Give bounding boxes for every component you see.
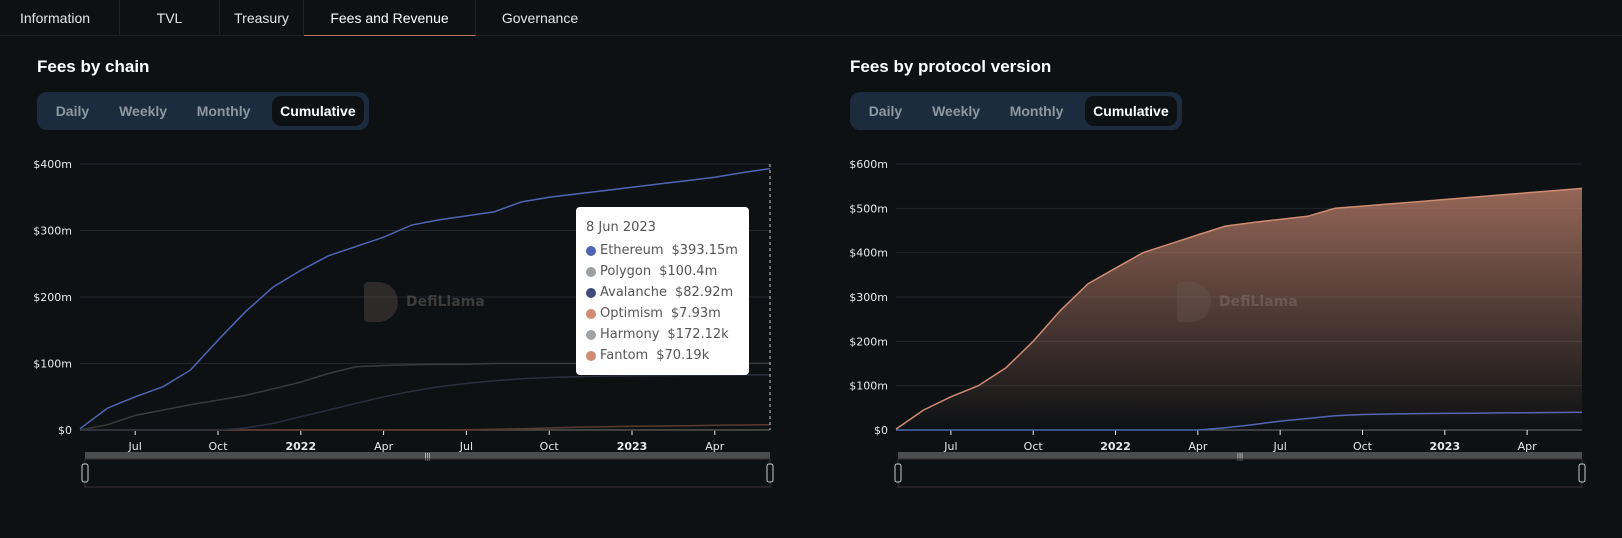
x-tick-label: Jul xyxy=(128,440,142,453)
y-tick-label: $300m xyxy=(849,291,888,304)
tooltip-row: Fantom $70.19k xyxy=(586,345,739,366)
tooltip-series-value: $393.15m xyxy=(671,243,738,258)
defillama-logo-icon xyxy=(1177,282,1211,322)
y-tick-label: $100m xyxy=(33,358,72,371)
y-tick-label: $400m xyxy=(849,247,888,260)
y-tick-label: $0 xyxy=(58,424,72,437)
defillama-logo-icon xyxy=(364,282,398,322)
tooltip-series-value: $82.92m xyxy=(675,285,734,300)
x-tick-label: Oct xyxy=(1353,440,1373,453)
tooltip-series-name: Optimism xyxy=(600,306,663,321)
y-tick-label: $500m xyxy=(849,202,888,215)
x-tick-label: 2023 xyxy=(617,440,648,453)
tooltip-row: Polygon $100.4m xyxy=(586,261,739,282)
tooltip-series-name: Polygon xyxy=(600,264,652,279)
tooltip-series-value: $70.19k xyxy=(656,348,710,363)
range-slider-end-handle[interactable] xyxy=(766,463,774,483)
series-color-dot-icon xyxy=(586,266,596,277)
range-slider-move-handle-icon[interactable]: ||| xyxy=(1237,452,1243,461)
x-tick-label: Oct xyxy=(540,440,560,453)
x-tick-label: Apr xyxy=(374,440,394,453)
tooltip-series-name: Avalanche xyxy=(600,285,667,300)
y-tick-label: $400m xyxy=(33,158,72,171)
series-color-dot-icon xyxy=(586,308,596,319)
range-slider-frame xyxy=(897,458,1583,488)
tooltip-series-name: Fantom xyxy=(600,348,649,363)
tooltip-row: Harmony $172.12k xyxy=(586,324,739,345)
x-tick-label: Oct xyxy=(208,440,228,453)
x-tick-label: Apr xyxy=(705,440,725,453)
y-tick-label: $100m xyxy=(849,380,888,393)
tooltip-series-name: Harmony xyxy=(600,327,660,342)
range-slider-move-handle-icon[interactable]: ||| xyxy=(424,452,430,461)
tab-tvl[interactable]: TVL xyxy=(120,0,220,36)
x-tick-label: Apr xyxy=(1518,440,1538,453)
series-line-avalanche[interactable] xyxy=(80,374,770,431)
x-tick-label: 2022 xyxy=(285,440,316,453)
tooltip-row: Avalanche $82.92m xyxy=(586,282,739,303)
y-tick-label: $300m xyxy=(33,225,72,238)
tooltip-date: 8 Jun 2023 xyxy=(586,220,656,235)
y-tick-label: $200m xyxy=(33,291,72,304)
tab-fees-and-revenue[interactable]: Fees and Revenue xyxy=(304,0,476,36)
tooltip-series-name: Ethereum xyxy=(600,243,664,258)
range-slider-frame xyxy=(84,458,771,488)
tooltip-row: Ethereum $393.15m xyxy=(586,240,739,261)
tab-bar: Information TVL Treasury Fees and Revenu… xyxy=(0,0,1622,36)
x-tick-label: 2022 xyxy=(1100,440,1131,453)
series-color-dot-icon xyxy=(586,350,596,361)
x-tick-label: Jul xyxy=(943,440,957,453)
series-color-dot-icon xyxy=(586,287,596,298)
x-tick-label: Oct xyxy=(1024,440,1044,453)
range-slider-start-handle[interactable] xyxy=(894,463,902,483)
tooltip-row: Optimism $7.93m xyxy=(586,303,739,324)
range-slider-start-handle[interactable] xyxy=(81,463,89,483)
tooltip-series-value: $7.93m xyxy=(670,306,721,321)
watermark-text: DefiLlama xyxy=(406,294,485,310)
tooltip-series-value: $172.12k xyxy=(667,327,729,342)
range-slider-end-handle[interactable] xyxy=(1578,463,1586,483)
watermark-text: DefiLlama xyxy=(1219,294,1298,310)
tooltip-series-value: $100.4m xyxy=(659,264,718,279)
x-tick-label: Jul xyxy=(1273,440,1287,453)
fees-by-chain-panel: Fees by chain Daily Weekly Monthly Cumul… xyxy=(0,36,790,538)
chart-tooltip: 8 Jun 2023 Ethereum $393.15m Polygon $100.4… xyxy=(576,207,749,375)
series-color-dot-icon xyxy=(586,245,596,256)
x-tick-label: Jul xyxy=(459,440,473,453)
tab-information[interactable]: Information xyxy=(0,0,120,36)
tab-treasury[interactable]: Treasury xyxy=(220,0,304,36)
tab-governance[interactable]: Governance xyxy=(476,0,604,36)
x-tick-label: Apr xyxy=(1188,440,1208,453)
watermark: DefiLlama xyxy=(1177,282,1298,322)
y-tick-label: $200m xyxy=(849,335,888,348)
y-tick-label: $600m xyxy=(849,158,888,171)
fees-by-protocol-version-panel: Fees by protocol version Daily Weekly Mo… xyxy=(813,36,1603,538)
series-color-dot-icon xyxy=(586,329,596,340)
x-tick-label: 2023 xyxy=(1429,440,1460,453)
y-tick-label: $0 xyxy=(874,424,888,437)
watermark: DefiLlama xyxy=(364,282,485,322)
